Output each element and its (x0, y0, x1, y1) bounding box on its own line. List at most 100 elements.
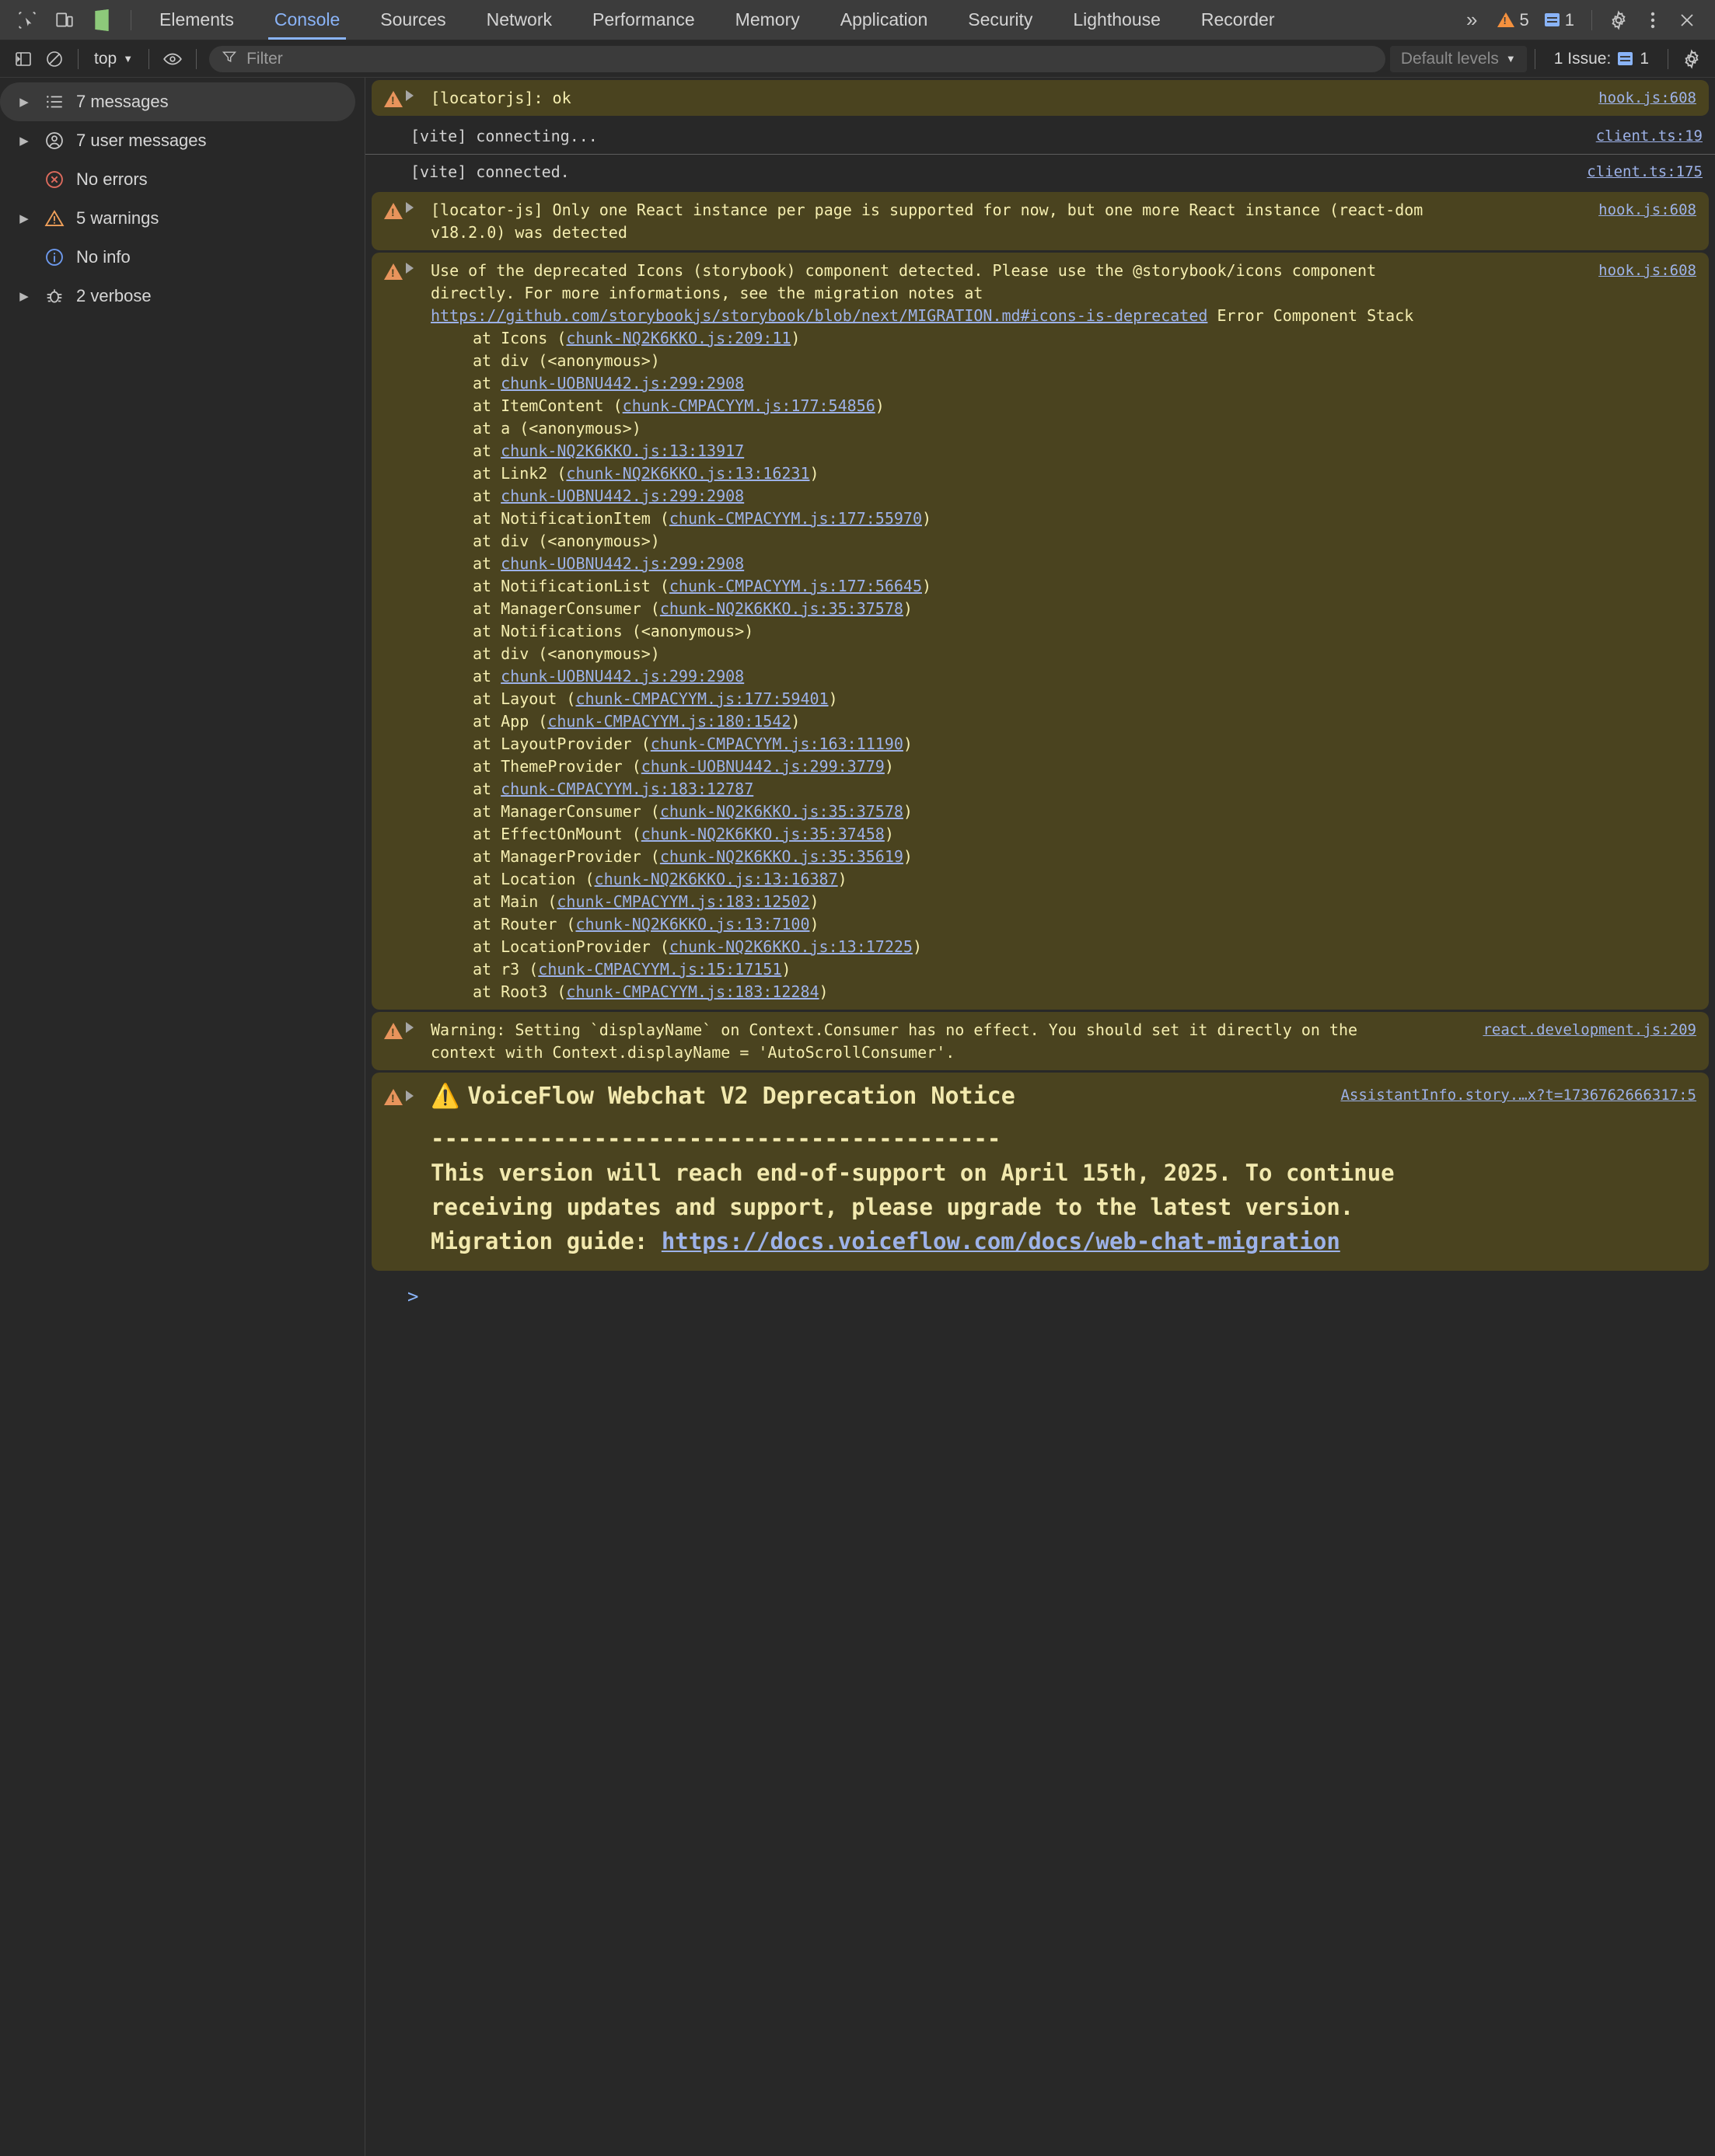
stack-frame-suffix: ) (809, 464, 819, 483)
stack-frame-link[interactable]: chunk-UOBNU442.js:299:2908 (501, 554, 744, 573)
stack-frame-link[interactable]: chunk-NQ2K6KKO.js:13:17225 (669, 937, 913, 956)
stack-frame-link[interactable]: chunk-CMPACYYM.js:177:59401 (575, 689, 828, 708)
source-link[interactable]: hook.js:608 (1598, 199, 1696, 222)
more-options-icon[interactable] (1637, 5, 1668, 36)
close-devtools-icon[interactable] (1671, 5, 1703, 36)
voiceflow-notice-title: VoiceFlow Webchat V2 Deprecation Notice (467, 1083, 1015, 1110)
live-expression-icon[interactable] (157, 44, 188, 75)
clear-console-icon[interactable] (39, 44, 70, 75)
console-message-warning-stack[interactable]: hook.js:608 Use of the deprecated Icons … (372, 253, 1709, 1010)
stack-frame-link[interactable]: chunk-UOBNU442.js:299:2908 (501, 374, 744, 392)
stack-frame-link[interactable]: chunk-NQ2K6KKO.js:13:13917 (501, 441, 744, 460)
warning-counter[interactable]: 5 (1491, 10, 1535, 30)
stack-frame-link[interactable]: chunk-NQ2K6KKO.js:35:37578 (660, 599, 903, 618)
stack-frame-link[interactable]: chunk-NQ2K6KKO.js:209:11 (566, 329, 791, 347)
disclosure-triangle-icon[interactable]: ▶ (11, 134, 37, 148)
stack-frame-link[interactable]: chunk-UOBNU442.js:299:3779 (641, 757, 885, 776)
stack-frame-link[interactable]: chunk-UOBNU442.js:299:2908 (501, 487, 744, 505)
stack-frame-link[interactable]: chunk-CMPACYYM.js:163:11190 (651, 734, 903, 753)
log-levels-dropdown[interactable]: Default levels ▼ (1389, 45, 1527, 72)
sidebar-item-user-messages[interactable]: ▶ 7 user messages (0, 121, 365, 160)
stack-frame-link[interactable]: chunk-CMPACYYM.js:183:12787 (501, 780, 753, 798)
device-toolbar-icon[interactable] (48, 4, 81, 37)
stack-frame-label: at a (<anonymous>) (473, 419, 641, 438)
search-input[interactable]: Filter (209, 45, 1385, 72)
disclosure-triangle-icon[interactable]: ▶ (11, 289, 37, 303)
console-message-log[interactable]: [vite] connected. client.ts:175 (365, 154, 1715, 190)
stack-frame-link[interactable]: chunk-CMPACYYM.js:15:17151 (538, 960, 781, 979)
stack-frame: at Layout (chunk-CMPACYYM.js:177:59401) (473, 688, 1530, 710)
source-link[interactable]: hook.js:608 (1598, 260, 1696, 282)
stack-frame: at EffectOnMount (chunk-NQ2K6KKO.js:35:3… (473, 823, 1530, 846)
tab-sources[interactable]: Sources (360, 0, 466, 40)
tab-lighthouse[interactable]: Lighthouse (1053, 0, 1181, 40)
issues-indicator[interactable]: 1 Issue: 1 (1543, 50, 1660, 68)
tab-network[interactable]: Network (466, 0, 572, 40)
stack-frame-label: at div (<anonymous>) (473, 532, 660, 550)
expand-arrow-icon[interactable] (406, 1022, 414, 1033)
tab-performance[interactable]: Performance (572, 0, 715, 40)
expand-arrow-icon[interactable] (406, 1090, 414, 1101)
tab-application[interactable]: Application (820, 0, 948, 40)
sidebar-item-info[interactable]: ▶ No info (0, 238, 365, 277)
sidebar-panel-icon[interactable] (8, 44, 39, 75)
more-tabs-button[interactable]: » (1454, 8, 1487, 32)
stack-frame-link[interactable]: chunk-CMPACYYM.js:177:55970 (669, 509, 922, 528)
disclosure-triangle-icon[interactable]: ▶ (11, 95, 37, 109)
stack-frame-link[interactable]: chunk-NQ2K6KKO.js:35:37578 (660, 802, 903, 821)
settings-gear-icon[interactable] (1603, 5, 1634, 36)
toolbar-divider-1 (78, 48, 79, 69)
stack-frame-suffix: ) (921, 509, 932, 528)
tab-recorder[interactable]: Recorder (1181, 0, 1295, 40)
sidebar-item-verbose[interactable]: ▶ 2 verbose (0, 277, 365, 316)
stack-frame-label: at (473, 374, 501, 392)
console-message-text: Warning: Setting `displayName` on Contex… (431, 1020, 1358, 1062)
source-link[interactable]: client.ts:175 (1587, 161, 1703, 183)
stack-frame-link[interactable]: chunk-CMPACYYM.js:177:56645 (669, 577, 922, 595)
migration-notes-link[interactable]: https://github.com/storybookjs/storybook… (431, 306, 1207, 325)
console-message-warning[interactable]: Warning: Setting `displayName` on Contex… (372, 1012, 1709, 1070)
stack-frame-link[interactable]: chunk-CMPACYYM.js:183:12502 (557, 892, 809, 911)
stack-frame-link[interactable]: chunk-NQ2K6KKO.js:13:16231 (566, 464, 809, 483)
voiceflow-migration-link[interactable]: https://docs.voiceflow.com/docs/web-chat… (662, 1228, 1340, 1254)
voiceflow-notice-heading: ⚠️ VoiceFlow Webchat V2 Deprecation Notic… (414, 1080, 1015, 1114)
inspect-element-icon[interactable] (11, 4, 44, 37)
stack-frame-link[interactable]: chunk-NQ2K6KKO.js:13:16387 (595, 870, 838, 888)
expand-arrow-icon[interactable] (406, 263, 414, 274)
sidebar-item-errors[interactable]: ▶ No errors (0, 160, 365, 199)
tab-label: Network (486, 9, 552, 30)
disclosure-triangle-icon[interactable]: ▶ (11, 211, 37, 225)
stack-frame-link[interactable]: chunk-CMPACYYM.js:183:12284 (566, 982, 819, 1001)
tab-security[interactable]: Security (948, 0, 1053, 40)
stack-frame-link[interactable]: chunk-NQ2K6KKO.js:13:7100 (575, 915, 809, 933)
stack-frame-link[interactable]: chunk-UOBNU442.js:299:2908 (501, 667, 744, 686)
stack-frame-link[interactable]: chunk-NQ2K6KKO.js:35:35619 (660, 847, 903, 866)
source-link[interactable]: AssistantInfo.story.…x?t=1736762666317:5 (1340, 1084, 1696, 1107)
console-message-log[interactable]: [vite] connecting... client.ts:19 (365, 118, 1715, 154)
console-message-warning[interactable]: [locator-js] Only one React instance per… (372, 192, 1709, 250)
list-icon (37, 92, 72, 112)
stack-frame-link[interactable]: chunk-NQ2K6KKO.js:35:37458 (641, 825, 885, 843)
source-link[interactable]: client.ts:19 (1596, 125, 1703, 148)
console-message-voiceflow-notice[interactable]: AssistantInfo.story.…x?t=1736762666317:5… (372, 1073, 1709, 1271)
console-settings-gear-icon[interactable] (1676, 44, 1707, 75)
console-message-list[interactable]: [locatorjs]: ok hook.js:608 [vite] conne… (365, 78, 1715, 2156)
message-counter[interactable]: 1 (1539, 10, 1581, 30)
stack-frame-label: at (473, 667, 501, 686)
tab-console[interactable]: Console (254, 0, 360, 40)
stack-frame-link[interactable]: chunk-CMPACYYM.js:180:1542 (547, 712, 791, 731)
source-link[interactable]: hook.js:608 (1598, 87, 1696, 110)
sidebar-item-messages[interactable]: ▶ 7 messages (0, 82, 355, 121)
console-message-warning[interactable]: [locatorjs]: ok hook.js:608 (372, 80, 1709, 116)
console-prompt[interactable]: > (365, 1273, 1715, 1307)
sidebar-item-warnings[interactable]: ▶ 5 warnings (0, 199, 365, 238)
stack-frame-label: at EffectOnMount ( (473, 825, 641, 843)
tab-label: Recorder (1200, 9, 1275, 30)
source-link[interactable]: react.development.js:209 (1483, 1019, 1696, 1041)
stack-frame-link[interactable]: chunk-CMPACYYM.js:177:54856 (623, 396, 875, 415)
expand-arrow-icon[interactable] (406, 90, 414, 101)
execution-context-selector[interactable]: top ▼ (86, 50, 141, 68)
expand-arrow-icon[interactable] (406, 202, 414, 213)
tab-memory[interactable]: Memory (715, 0, 820, 40)
tab-elements[interactable]: Elements (139, 0, 254, 40)
